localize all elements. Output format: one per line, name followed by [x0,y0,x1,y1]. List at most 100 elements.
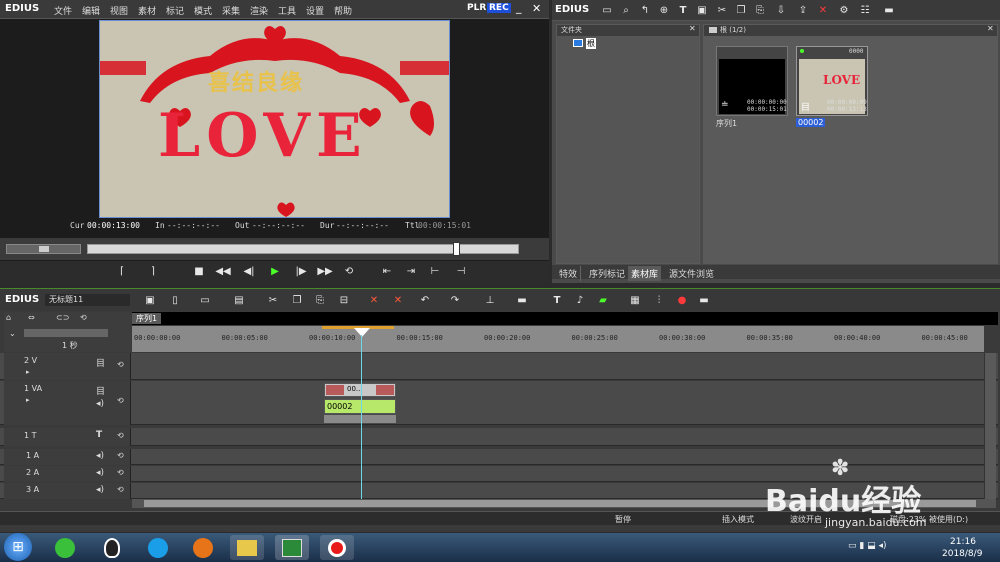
video-preview[interactable]: 喜结良缘 LOVE [99,20,450,218]
clip-name-sequence[interactable]: 序列1 [716,118,737,129]
send-timeline-icon[interactable]: ⇩ [774,4,788,17]
up-folder-icon[interactable]: ↰ [638,4,652,17]
mode-icon-c[interactable]: ⊂⊃ [56,313,69,322]
track-speaker-icon-1a[interactable]: ◂) [96,451,104,461]
taskbar-edius-icon[interactable] [275,535,309,560]
mode-icon-b[interactable]: ⇔ [28,313,35,322]
menu-view[interactable]: 视图 [110,4,128,17]
lock-icon[interactable]: ⌄ [9,329,16,338]
timeline-menu-icon[interactable]: ▬ [697,294,711,307]
rewind-icon[interactable]: ◀◀ [215,265,230,278]
tab-sequence[interactable]: 序列1 [132,313,162,324]
sequence-icon[interactable]: ▣ [143,294,157,307]
folder-icon[interactable]: ▭ [600,4,614,17]
properties-icon[interactable]: ⚙ [837,4,851,17]
shuttle-handle[interactable] [39,246,49,252]
send-to-icon[interactable]: ⇪ [796,4,810,17]
microphone-icon[interactable]: ♪ [573,294,587,307]
plr-toggle[interactable]: PLR [467,3,486,13]
start-button[interactable]: ⊞ [4,533,32,561]
track-speaker-icon-2a[interactable]: ◂) [96,468,104,478]
redo-icon[interactable]: ↷ [448,294,462,307]
fast-forward-icon[interactable]: ▶▶ [317,265,332,278]
bin-menu-icon[interactable]: ▬ [882,4,896,17]
folder-tree-close-icon[interactable]: ✕ [689,24,696,33]
menu-settings[interactable]: 设置 [306,4,324,17]
timeline-ruler[interactable]: 00:00:00:00 00:00:05:00 00:00:10:00 00:00:1… [132,326,984,352]
position-slider[interactable] [87,242,519,256]
taskbar-firefox-icon[interactable] [186,535,220,560]
menu-mode[interactable]: 模式 [194,4,212,17]
cut-icon[interactable]: ✂ [715,4,729,17]
zoom-slider[interactable] [24,329,108,337]
step-back-icon[interactable]: ◀| [242,265,256,278]
track-expand-icon-1va[interactable]: ▸ [26,396,30,404]
taskbar-explorer-icon[interactable] [230,535,264,560]
menu-file[interactable]: 文件 [54,4,72,17]
insert-icon[interactable]: ⇤ [380,265,394,278]
menu-render[interactable]: 渲染 [250,4,268,17]
multicam-icon[interactable]: ▦ [628,294,642,307]
split-icon[interactable]: ⊢ [428,265,442,278]
menu-help[interactable]: 帮助 [334,4,352,17]
track-sync-icon-1t[interactable]: ⟲ [117,431,124,440]
close-icon[interactable]: ✕ [532,2,541,15]
text-tool-icon[interactable]: T [550,294,564,307]
timeline-copy-icon[interactable]: ❐ [290,294,304,307]
menu-edit[interactable]: 编辑 [82,4,100,17]
open-icon[interactable]: ▭ [198,294,212,307]
menu-capture[interactable]: 采集 [222,4,240,17]
tab-source-browser[interactable]: 源文件浏览 [666,266,717,281]
scale-selector[interactable]: 1 秒 [62,340,78,351]
replace-icon[interactable]: ⊟ [337,294,351,307]
tab-sequence-markers[interactable]: 序列标记 [586,266,630,281]
track-video-icon-2v[interactable]: 目 [96,356,105,369]
playhead-marker[interactable] [354,328,370,337]
tray-icons[interactable]: ▭ ▮ ⬓ ◂) [848,541,887,551]
taskbar-qq-icon[interactable] [95,535,129,560]
track-speaker-icon-1va[interactable]: ◂) [96,399,104,409]
clip-thumb-sequence[interactable]: ≐ 00:00:00:00 00:00:15:01 [716,46,788,116]
taskbar-360-icon[interactable] [48,535,82,560]
stop-icon[interactable]: ■ [192,265,206,278]
add-clip-icon[interactable]: ⊕ [657,4,671,17]
track-video-icon-1va[interactable]: 目 [96,384,105,397]
paste-icon[interactable]: ⎘ [753,4,767,17]
folder-root-item[interactable]: 根 [586,38,596,49]
clip-area-close-icon[interactable]: ✕ [987,24,994,33]
undo-icon[interactable]: ↶ [418,294,432,307]
shuttle-slider[interactable] [6,244,81,254]
timeline-cut-icon[interactable]: ✂ [266,294,280,307]
record-voice-icon[interactable]: ● [675,294,689,307]
timeline-clip-video[interactable]: 00... [324,383,396,397]
track-title-icon-1t[interactable]: T [96,430,102,440]
new-icon[interactable]: ▯ [168,294,182,307]
mixer-icon[interactable]: ⫶ [652,294,666,307]
timeline-paste-icon[interactable]: ⎘ [313,294,327,307]
step-forward-icon[interactable]: |▶ [294,265,308,278]
tab-clip-library[interactable]: 素材库 [628,266,662,281]
track-sync-icon-3a[interactable]: ⟲ [117,485,124,494]
menu-tools[interactable]: 工具 [278,4,296,17]
loop-icon[interactable]: ⟲ [342,265,356,278]
delete-icon[interactable]: ✕ [816,4,830,17]
search-icon[interactable]: ⌕ [619,4,633,17]
extract-icon[interactable]: ⊣ [454,265,468,278]
menu-marker[interactable]: 标记 [166,4,184,17]
tab-effects[interactable]: 特效 [556,266,582,281]
taskbar-record-icon[interactable] [320,535,354,560]
copy-icon[interactable]: ❐ [734,4,748,17]
overwrite-icon[interactable]: ⇥ [404,265,418,278]
save-icon[interactable]: ▤ [232,294,246,307]
timeline-clip-audio[interactable]: 00002 [324,399,396,414]
track-sync-icon-1a[interactable]: ⟲ [117,451,124,460]
minimize-icon[interactable]: _ [516,1,522,14]
vertical-scrollbar[interactable] [984,353,996,499]
track-sync-icon-2v[interactable]: ⟲ [117,360,124,369]
position-handle[interactable] [453,242,460,256]
mode-icon-a[interactable]: ⌂ [6,313,11,322]
clip-name-00002[interactable]: 00002 [796,118,826,127]
export-icon[interactable]: ▰ [596,294,610,307]
track-expand-icon-2v[interactable]: ▸ [26,368,30,376]
view-mode-icon[interactable]: ☷ [858,4,872,17]
